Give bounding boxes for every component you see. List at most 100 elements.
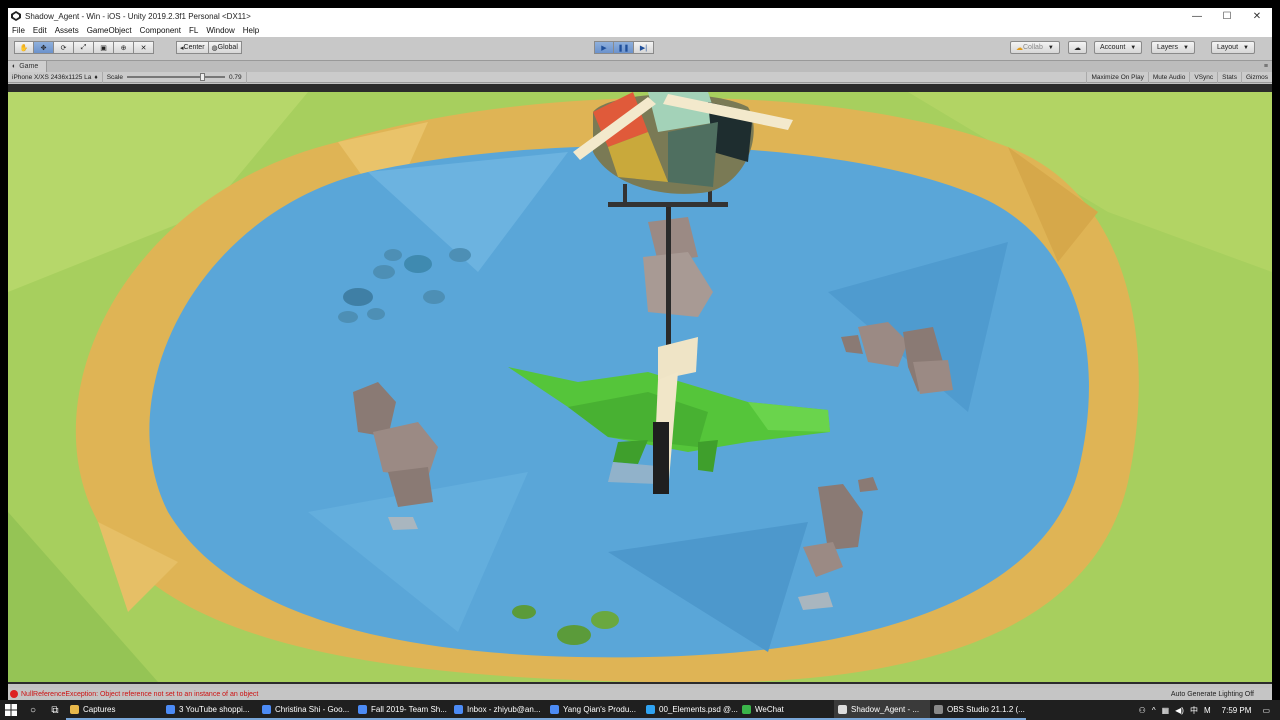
taskbar-item-label: Captures [83, 704, 116, 714]
taskbar-item[interactable]: Fall 2019- Team Sh... [354, 700, 450, 720]
transform-tool-button[interactable]: ⊕ [114, 41, 134, 54]
tab-game[interactable]: ◐ Game [8, 61, 48, 72]
taskbar-item[interactable]: 3 YouTube shoppi... [162, 700, 258, 720]
menu-fl[interactable]: FL [185, 26, 202, 35]
scale-tool-button[interactable]: ⤢ [74, 41, 94, 54]
pivot-global-button[interactable]: ◍ Global [208, 41, 242, 54]
tray-app-icon[interactable]: M [1201, 706, 1214, 715]
taskbar-item[interactable]: Captures [66, 700, 162, 720]
tab-menu-icon[interactable]: ≡ [1264, 63, 1272, 70]
taskbar-item[interactable]: 00_Elements.psd @... [642, 700, 738, 720]
menu-window[interactable]: Window [202, 26, 238, 35]
taskbar-item[interactable]: Shadow_Agent - ... [834, 700, 930, 720]
stats-toggle[interactable]: Stats [1217, 71, 1241, 83]
taskbar-items: Captures 3 YouTube shoppi... Christina Shi… [66, 700, 1026, 720]
layers-group: Layers ▼ [1151, 41, 1195, 54]
collab-dropdown[interactable]: ☁ Collab ▼ [1010, 41, 1060, 54]
pause-icon: ❚❚ [617, 44, 630, 52]
main-toolbar: ✋ ✥ ⟳ ⤢ ▣ ⊕ ✕ ◂ Center ◍ Global ▶ ❚❚ ▶| ☁ C… [8, 37, 1272, 61]
game-icon: ◐ [12, 63, 17, 70]
chevron-down-icon: ▼ [1130, 44, 1137, 51]
menu-gameobject[interactable]: GameObject [83, 26, 136, 35]
minimize-button[interactable]: — [1182, 8, 1212, 24]
start-button[interactable] [0, 700, 22, 720]
step-button[interactable]: ▶| [634, 41, 654, 54]
play-controls: ▶ ❚❚ ▶| [594, 41, 654, 54]
taskbar-item-label: Fall 2019- Team Sh... [371, 704, 447, 714]
scale-slider-thumb[interactable] [200, 73, 206, 81]
rotate-tool-button[interactable]: ⟳ [54, 41, 74, 54]
layout-dropdown[interactable]: Layout ▼ [1211, 41, 1255, 54]
gizmos-dropdown[interactable]: Gizmos [1240, 71, 1272, 83]
scale-slider[interactable] [126, 73, 225, 81]
menu-help[interactable]: Help [239, 26, 263, 35]
taskbar-item[interactable]: Inbox - zhiyub@an... [450, 700, 546, 720]
step-icon: ▶| [639, 44, 648, 52]
transform-tools: ✋ ✥ ⟳ ⤢ ▣ ⊕ ✕ [14, 41, 154, 54]
menu-edit[interactable]: Edit [29, 26, 51, 35]
clock[interactable]: 7:59 PM [1214, 706, 1260, 715]
resolution-dropdown[interactable]: iPhone X/XS 2436x1125 La ♦ [8, 71, 103, 83]
services-button[interactable]: ☁ [1068, 41, 1087, 54]
chevron-down-icon: ♦ [94, 73, 98, 81]
menu-assets[interactable]: Assets [51, 26, 83, 35]
chevron-down-icon: ▼ [1047, 44, 1054, 51]
menu-file[interactable]: File [8, 26, 29, 35]
tray-chevron-up-icon[interactable]: ^ [1149, 706, 1159, 715]
app-icon [742, 704, 751, 714]
pivot-center-button[interactable]: ◂ Center [176, 41, 209, 54]
vsync-toggle[interactable]: VSync [1189, 71, 1217, 83]
maximize-button[interactable]: ☐ [1212, 8, 1242, 24]
taskbar-item[interactable]: OBS Studio 21.1.2 (... [930, 700, 1026, 720]
pause-button[interactable]: ❚❚ [614, 41, 634, 54]
app-icon [838, 704, 847, 714]
account-group: Account ▼ [1094, 41, 1143, 54]
layers-dropdown[interactable]: Layers ▼ [1151, 41, 1195, 54]
mute-audio-toggle[interactable]: Mute Audio [1147, 71, 1190, 83]
app-icon [454, 704, 463, 714]
notifications-icon[interactable]: ▭ [1259, 706, 1280, 715]
tools-icon: ✕ [140, 44, 147, 52]
taskbar-item-label: Inbox - zhiyub@an... [467, 704, 541, 714]
move-tool-button[interactable]: ✥ [34, 41, 54, 54]
taskbar-item-label: WeChat [755, 704, 784, 714]
transform-icon: ⊕ [120, 44, 127, 52]
game-view-options: Maximize On Play Mute Audio VSync Stats … [1086, 71, 1272, 83]
pivot-tools: ◂ Center ◍ Global [176, 41, 242, 54]
chevron-down-icon: ▼ [1243, 44, 1249, 51]
taskbar-item-label: Shadow_Agent - ... [851, 704, 920, 714]
title-bar: Shadow_Agent - Win - iOS - Unity 2019.2.… [8, 8, 1272, 24]
taskbar-item[interactable]: WeChat [738, 700, 834, 720]
lighting-status[interactable]: Auto Generate Lighting Off [1171, 691, 1272, 698]
unity-logo-icon [11, 11, 21, 21]
hand-tool-button[interactable]: ✋ [14, 41, 34, 54]
console-error-message[interactable]: NullReferenceException: Object reference… [21, 691, 258, 698]
taskbar-item-label: 3 YouTube shoppi... [179, 704, 250, 714]
window-title: Shadow_Agent - Win - iOS - Unity 2019.2.… [25, 11, 251, 21]
rect-tool-button[interactable]: ▣ [94, 41, 114, 54]
account-dropdown[interactable]: Account ▼ [1094, 41, 1143, 54]
task-view-button[interactable]: ⧉ [44, 700, 66, 720]
network-icon[interactable]: ▦ [1159, 706, 1173, 715]
search-button[interactable]: ○ [22, 700, 44, 720]
ime-icon[interactable]: 中 [1187, 705, 1201, 716]
chevron-down-icon: ▼ [1183, 44, 1189, 51]
game-viewport[interactable] [8, 84, 1272, 684]
unity-editor-window: Shadow_Agent - Win - iOS - Unity 2019.2.… [8, 8, 1272, 720]
collab-group: ☁ Collab ▼ [1010, 41, 1060, 54]
play-button[interactable]: ▶ [594, 41, 614, 54]
play-icon: ▶ [601, 44, 607, 52]
custom-tool-button[interactable]: ✕ [134, 41, 154, 54]
people-icon[interactable]: ⚇ [1136, 706, 1149, 715]
app-icon [550, 704, 559, 714]
taskbar-item[interactable]: Yang Qian's Produ... [546, 700, 642, 720]
menu-component[interactable]: Component [136, 26, 185, 35]
close-button[interactable]: ✕ [1242, 8, 1272, 24]
taskbar-item[interactable]: Christina Shi - Goo... [258, 700, 354, 720]
status-bar[interactable]: NullReferenceException: Object reference… [8, 688, 1272, 700]
maximize-on-play-toggle[interactable]: Maximize On Play [1086, 71, 1147, 83]
app-icon [646, 704, 655, 714]
layout-group: Layout ▼ [1211, 41, 1255, 54]
volume-icon[interactable]: ◀) [1172, 706, 1187, 715]
taskbar-item-label: 00_Elements.psd @... [659, 704, 738, 714]
